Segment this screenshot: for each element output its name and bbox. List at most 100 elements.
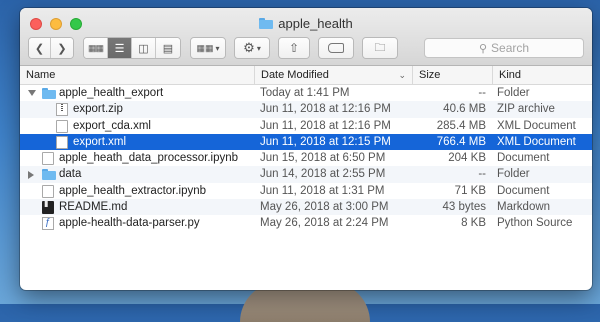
- file-size: --: [478, 87, 486, 99]
- share-icon: ⇧: [288, 41, 300, 55]
- column-date-label: Date Modified: [261, 69, 329, 81]
- search-field[interactable]: ⚲ Search: [424, 38, 584, 58]
- share-action[interactable]: ⇧: [279, 38, 309, 58]
- tag-icon: [328, 43, 344, 53]
- share-button[interactable]: ⇧: [278, 37, 310, 59]
- file-kind: Document: [497, 152, 550, 165]
- new-folder-icon: 🗀: [374, 41, 386, 54]
- document-icon: [42, 184, 54, 198]
- back-button[interactable]: ❮: [29, 38, 51, 58]
- columns-icon: ◫: [138, 42, 149, 55]
- column-header-size[interactable]: Size: [412, 66, 492, 84]
- forward-button[interactable]: ❯: [51, 38, 73, 58]
- disclosure-closed-icon[interactable]: [28, 171, 34, 180]
- file-name: data: [59, 168, 82, 181]
- file-kind: XML Document: [497, 135, 576, 148]
- file-size: 204 KB: [448, 152, 486, 165]
- file-name: apple_health_export: [59, 87, 164, 99]
- search-placeholder: Search: [491, 41, 530, 55]
- file-row[interactable]: data Jun 14, 2018 at 2:55 PM -- Folder: [20, 166, 592, 183]
- file-name: apple_health_extractor.ipynb: [59, 184, 207, 197]
- cover-flow-button[interactable]: ▤: [156, 38, 180, 58]
- column-header-name[interactable]: Name: [20, 66, 254, 84]
- folder-icon: [259, 18, 274, 29]
- titlebar: apple_health ❮ ❯ ▦▦ ☰ ◫ ▤ ▦▦ ▾ ⚙ ▾ ⇧ 🗀 ⚲…: [20, 8, 592, 66]
- new-folder-action[interactable]: 🗀: [363, 38, 397, 58]
- file-name: export.zip: [73, 103, 123, 116]
- file-kind: Folder: [497, 87, 530, 99]
- zip-icon: [56, 103, 68, 117]
- column-header: Name Date Modified ⌄ Size Kind: [20, 66, 592, 85]
- search-icon: ⚲: [478, 42, 488, 55]
- grid-icon: ▦▦: [87, 42, 104, 53]
- column-name-label: Name: [26, 69, 56, 81]
- chevron-down-icon: ▾: [215, 43, 220, 53]
- icon-view-button[interactable]: ▦▦: [84, 38, 108, 58]
- file-row[interactable]: apple_health_extractor.ipynb Jun 11, 2018…: [20, 183, 592, 199]
- list-icon: ☰: [114, 42, 125, 55]
- column-view-button[interactable]: ◫: [132, 38, 156, 58]
- file-date: Jun 14, 2018 at 2:55 PM: [260, 168, 386, 181]
- file-date: May 26, 2018 at 2:24 PM: [260, 217, 389, 230]
- new-folder-button[interactable]: 🗀: [362, 37, 398, 59]
- arrange-button[interactable]: ▦▦ ▾: [190, 37, 226, 59]
- column-header-date[interactable]: Date Modified ⌄: [254, 66, 412, 84]
- file-kind: Python Source: [497, 217, 573, 230]
- arrange-menu[interactable]: ▦▦ ▾: [191, 38, 225, 58]
- disclosure-open-icon[interactable]: [28, 90, 36, 96]
- toolbar: ❮ ❯ ▦▦ ☰ ◫ ▤ ▦▦ ▾ ⚙ ▾ ⇧ 🗀 ⚲ Search: [28, 37, 584, 59]
- file-size: --: [478, 168, 486, 181]
- tags-button[interactable]: [318, 37, 354, 59]
- file-kind: XML Document: [497, 119, 576, 132]
- folder-icon: [42, 88, 56, 99]
- file-name: apple-health-data-parser.py: [59, 217, 200, 230]
- document-icon: [56, 119, 68, 133]
- file-size: 766.4 MB: [436, 135, 486, 148]
- view-mode-buttons: ▦▦ ☰ ◫ ▤: [83, 37, 181, 59]
- file-size: 43 bytes: [442, 201, 486, 214]
- file-kind: Document: [497, 184, 550, 197]
- file-date: Jun 11, 2018 at 12:16 PM: [260, 119, 391, 132]
- list-view-button[interactable]: ☰: [108, 38, 132, 58]
- chevron-left-icon: ❮: [34, 42, 45, 55]
- file-row[interactable]: export_cda.xml Jun 11, 2018 at 12:16 PM 28…: [20, 118, 592, 134]
- finder-window: apple_health ❮ ❯ ▦▦ ☰ ◫ ▤ ▦▦ ▾ ⚙ ▾ ⇧ 🗀 ⚲…: [20, 8, 592, 290]
- file-date: May 26, 2018 at 3:00 PM: [260, 201, 389, 214]
- file-date: Today at 1:41 PM: [260, 87, 350, 99]
- file-list: apple_health_export Today at 1:41 PM -- Fol…: [20, 85, 592, 232]
- file-date: Jun 15, 2018 at 6:50 PM: [260, 152, 386, 165]
- folder-icon: [42, 169, 56, 181]
- file-kind: ZIP archive: [497, 103, 555, 116]
- file-row[interactable]: export.xml Jun 11, 2018 at 12:15 PM 766.4 …: [20, 133, 592, 151]
- file-name: apple_heath_data_processor.ipynb: [59, 152, 239, 165]
- tags-action[interactable]: [319, 38, 353, 58]
- column-header-kind[interactable]: Kind: [492, 66, 592, 84]
- file-row[interactable]: apple_health_export Today at 1:41 PM -- Fol…: [20, 85, 592, 101]
- gear-icon: ⚙: [243, 40, 255, 55]
- column-size-label: Size: [419, 69, 441, 81]
- file-row[interactable]: README.md May 26, 2018 at 3:00 PM 43 bytes…: [20, 199, 592, 216]
- window-title: apple_health: [20, 16, 592, 31]
- file-kind: Markdown: [497, 201, 551, 214]
- cover-flow-icon: ▤: [162, 42, 174, 55]
- file-date: Jun 11, 2018 at 1:31 PM: [260, 184, 385, 197]
- navigation-buttons: ❮ ❯: [28, 37, 74, 59]
- terminal-icon: [42, 199, 54, 215]
- file-name: export.xml: [73, 135, 127, 148]
- action-button[interactable]: ⚙ ▾: [234, 37, 270, 59]
- document-icon: [42, 152, 54, 166]
- file-row[interactable]: export.zip Jun 11, 2018 at 12:16 PM 40.6 M…: [20, 101, 592, 118]
- file-date: Jun 11, 2018 at 12:15 PM: [260, 135, 391, 148]
- file-row[interactable]: apple_heath_data_processor.ipynb Jun 15, …: [20, 150, 592, 166]
- file-size: 40.6 MB: [443, 103, 486, 116]
- file-size: 8 KB: [461, 217, 486, 230]
- sort-chevron-icon: ⌄: [398, 70, 406, 80]
- file-size: 71 KB: [454, 184, 486, 197]
- arrange-grid-icon: ▦▦: [196, 42, 214, 53]
- column-kind-label: Kind: [499, 69, 522, 81]
- file-name: README.md: [59, 201, 128, 214]
- chevron-down-icon: ▾: [256, 43, 261, 53]
- window-title-text: apple_health: [278, 16, 353, 31]
- action-menu[interactable]: ⚙ ▾: [235, 38, 269, 58]
- file-row[interactable]: apple-health-data-parser.py May 26, 2018 …: [20, 215, 592, 231]
